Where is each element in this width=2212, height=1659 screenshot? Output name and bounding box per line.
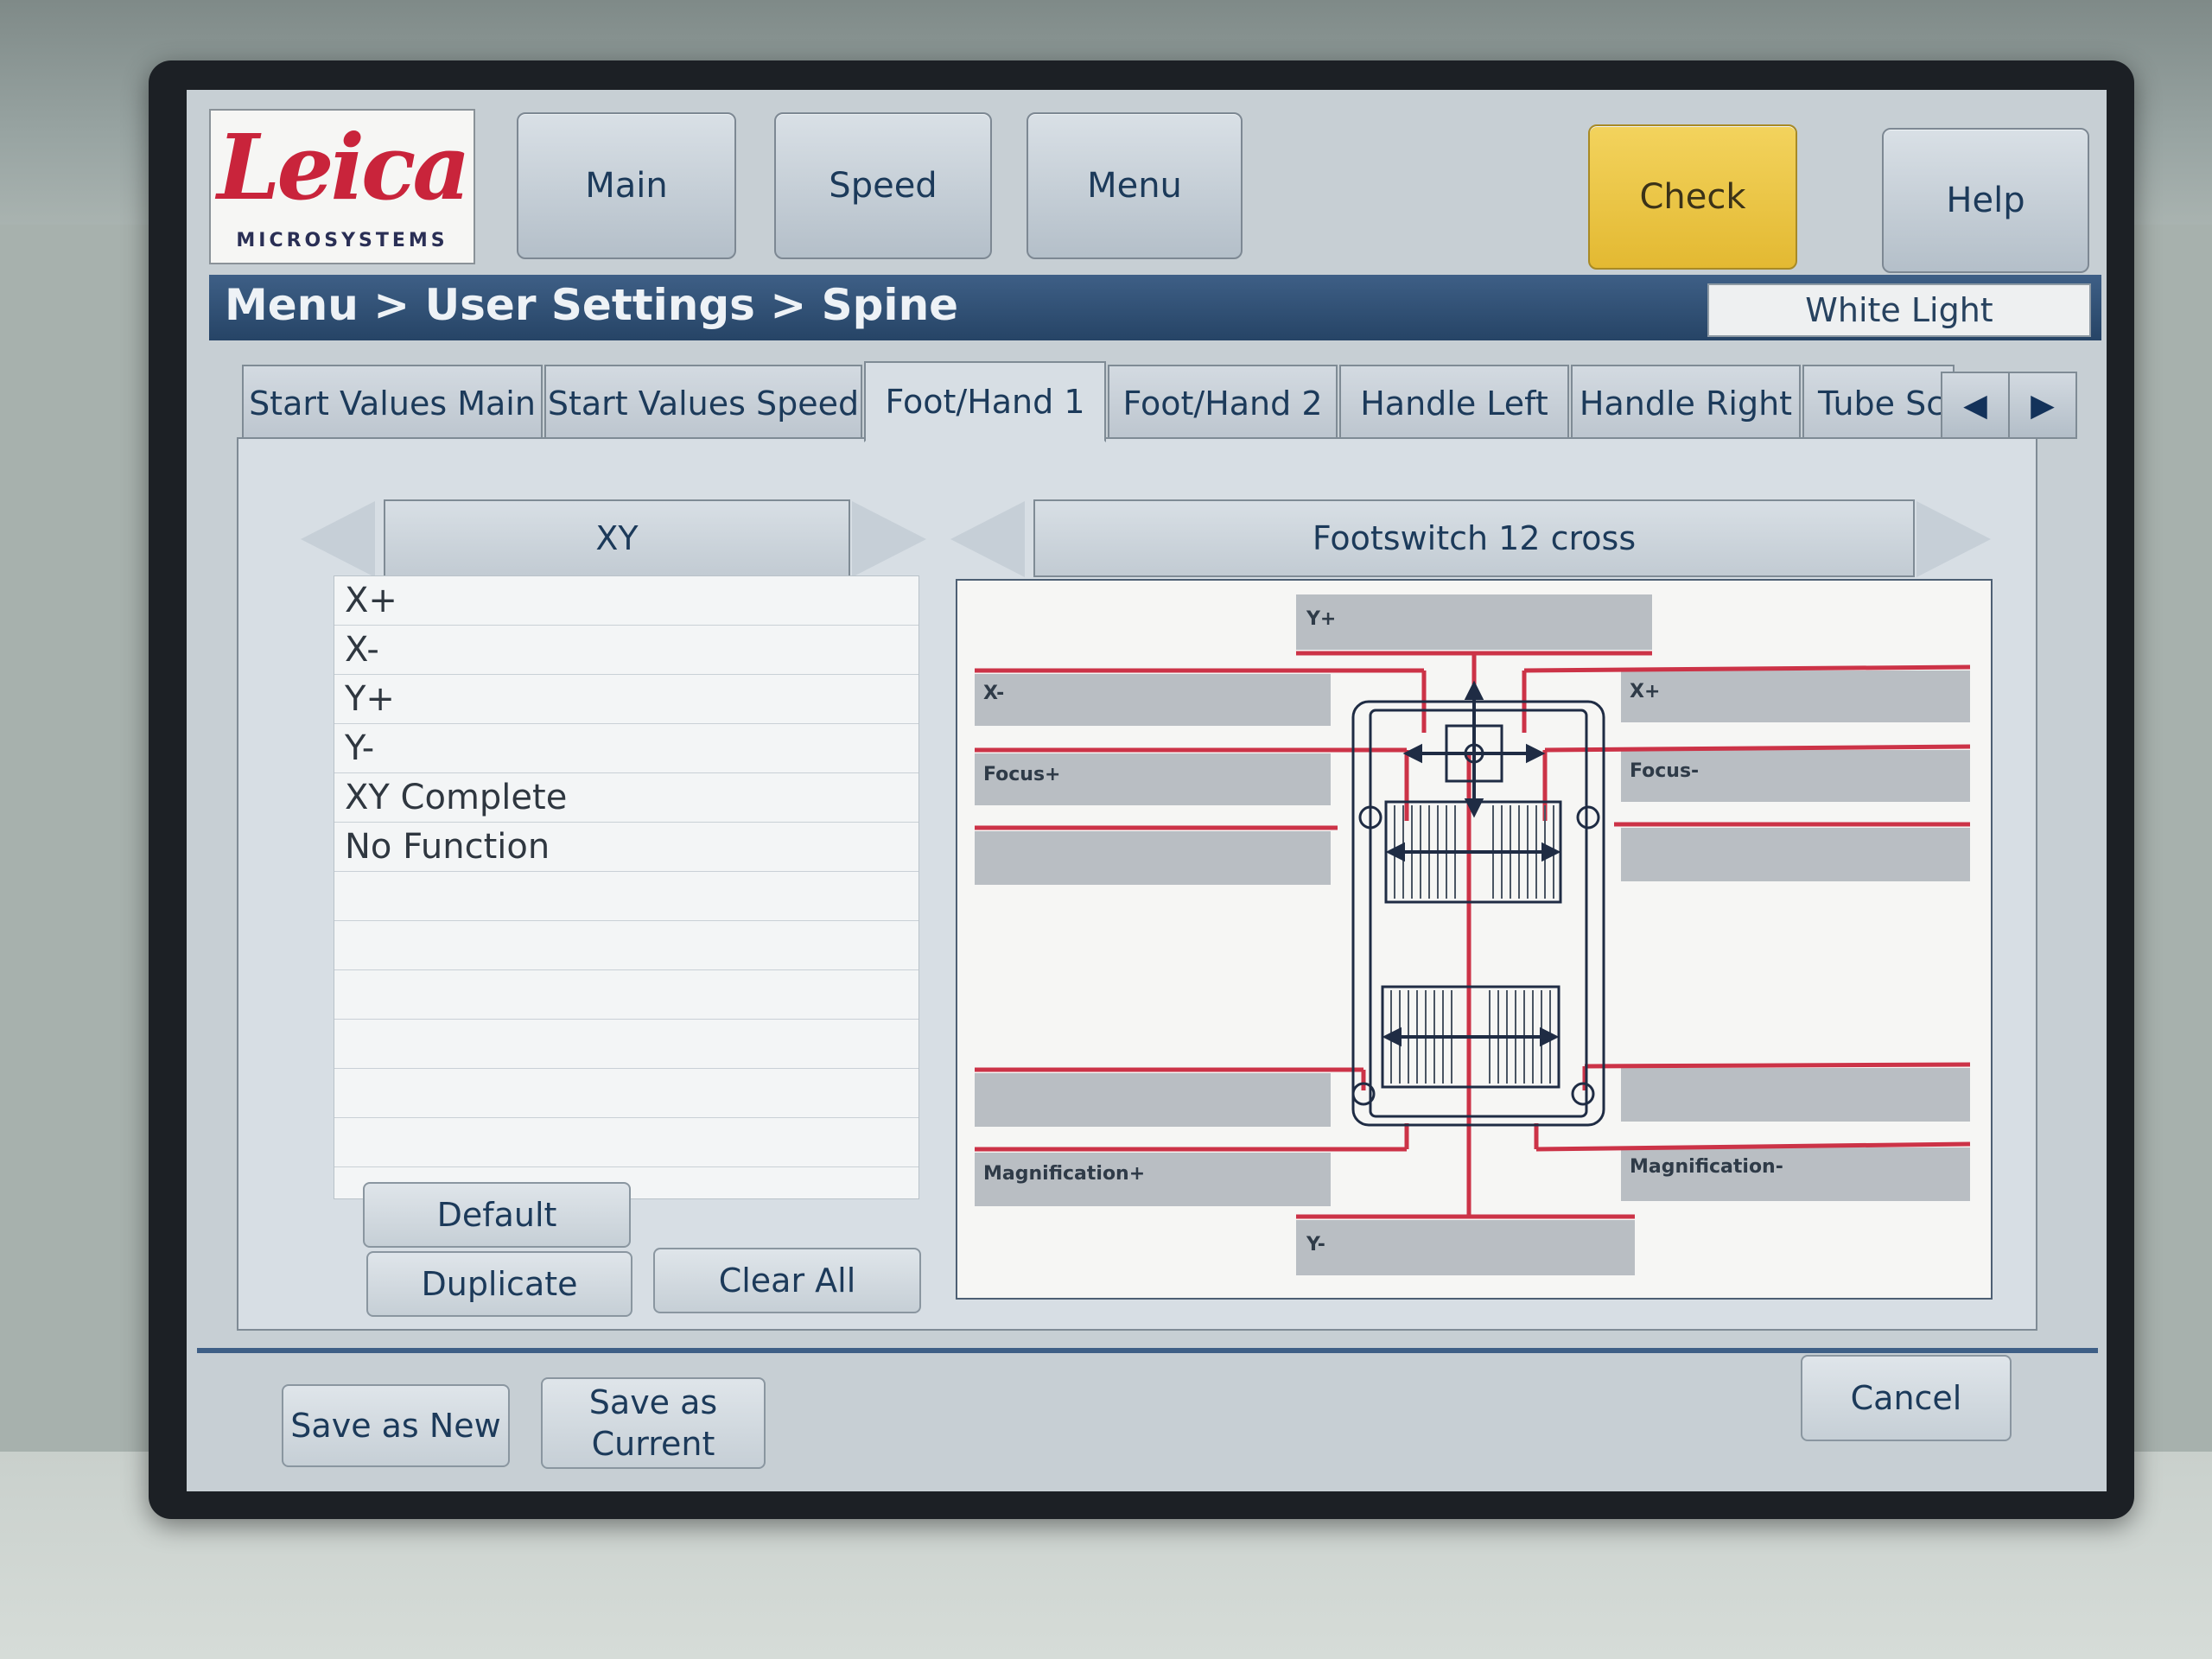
clear-all-button[interactable]: Clear All xyxy=(653,1248,921,1313)
list-item-y-minus[interactable]: Y- xyxy=(334,724,918,773)
function-list: X+ X- Y+ Y- XY Complete No Function xyxy=(334,575,919,1199)
save-as-current-line-2: Current xyxy=(591,1425,715,1463)
cancel-button[interactable]: Cancel xyxy=(1801,1355,2012,1441)
check-button[interactable]: Check xyxy=(1588,124,1797,270)
touch-screen: Leica MICROSYSTEMS Main Speed Menu Check… xyxy=(187,90,2107,1491)
slot-right-4-box xyxy=(1621,1068,1970,1122)
label-magnification-minus[interactable]: Magnification- xyxy=(1630,1156,1783,1178)
footer-separator xyxy=(197,1348,2098,1353)
list-item-x-plus[interactable]: X+ xyxy=(334,576,918,626)
footswitch-drawing xyxy=(975,594,1971,1275)
light-mode-indicator[interactable]: White Light xyxy=(1707,283,2091,337)
label-x-minus[interactable]: X- xyxy=(983,683,1004,704)
footswitch-diagram: Y+ X- X+ Focus+ Focus- Magnification+ Ma… xyxy=(956,579,1993,1300)
list-item-no-function[interactable]: No Function xyxy=(334,823,918,872)
footswitch-next-button[interactable] xyxy=(1916,499,1994,579)
save-as-current-line-1: Save as xyxy=(588,1383,718,1421)
list-item-xy-complete[interactable]: XY Complete xyxy=(334,773,918,823)
arrow-left-icon xyxy=(301,501,375,577)
label-y-plus[interactable]: Y+ xyxy=(1306,608,1336,630)
tab-foot-hand-1[interactable]: Foot/Hand 1 xyxy=(864,361,1106,442)
triangle-right-icon: ▶ xyxy=(2031,387,2055,423)
tab-start-values-main[interactable]: Start Values Main xyxy=(242,365,543,442)
duplicate-button[interactable]: Duplicate xyxy=(366,1251,632,1317)
label-y-minus[interactable]: Y- xyxy=(1306,1234,1325,1255)
slot-right-3-box xyxy=(1621,828,1970,881)
function-group-next-button[interactable] xyxy=(852,499,930,579)
list-item-x-minus[interactable]: X- xyxy=(334,626,918,675)
tab-foot-hand-2[interactable]: Foot/Hand 2 xyxy=(1108,365,1338,442)
breadcrumb-bar: Menu > User Settings > Spine White Light xyxy=(209,275,2101,340)
tab-scroll-right-button[interactable]: ▶ xyxy=(2008,372,2077,439)
triangle-left-icon: ◀ xyxy=(1963,387,1987,423)
slot-left-3-box xyxy=(975,831,1331,885)
list-item[interactable] xyxy=(334,921,918,970)
function-group-select[interactable]: XY xyxy=(384,499,850,577)
save-as-current-button[interactable]: Save as Current xyxy=(541,1377,766,1469)
tab-handle-right[interactable]: Handle Right xyxy=(1571,365,1801,442)
arrow-right-icon xyxy=(852,501,926,577)
function-group-prev-button[interactable] xyxy=(301,499,378,579)
help-button[interactable]: Help xyxy=(1882,128,2089,273)
slot-y-minus-box xyxy=(1296,1220,1635,1275)
slot-x-minus-box xyxy=(975,674,1331,726)
arrow-left-icon xyxy=(950,501,1025,577)
tab-handle-left[interactable]: Handle Left xyxy=(1339,365,1569,442)
list-item[interactable] xyxy=(334,970,918,1020)
label-x-plus[interactable]: X+ xyxy=(1630,681,1660,702)
label-focus-minus[interactable]: Focus- xyxy=(1630,760,1699,782)
tab-scroll-left-button[interactable]: ◀ xyxy=(1941,372,2010,439)
list-item[interactable] xyxy=(334,1020,918,1069)
speed-button[interactable]: Speed xyxy=(774,112,992,259)
save-as-new-button[interactable]: Save as New xyxy=(282,1384,510,1467)
main-button[interactable]: Main xyxy=(517,112,736,259)
footswitch-prev-button[interactable] xyxy=(950,499,1028,579)
tab-start-values-speed[interactable]: Start Values Speed xyxy=(544,365,862,442)
list-item[interactable] xyxy=(334,872,918,921)
menu-button[interactable]: Menu xyxy=(1027,112,1243,259)
list-item-y-plus[interactable]: Y+ xyxy=(334,675,918,724)
default-button[interactable]: Default xyxy=(363,1182,631,1248)
logo-wordmark: Leica xyxy=(217,114,471,220)
logo-subtitle: MICROSYSTEMS xyxy=(236,230,448,251)
footswitch-select[interactable]: Footswitch 12 cross xyxy=(1033,499,1915,577)
breadcrumb: Menu > User Settings > Spine xyxy=(225,280,959,330)
slot-left-4-box xyxy=(975,1073,1331,1127)
slot-y-plus-box xyxy=(1296,594,1652,650)
tab-tube-settings[interactable]: Tube Sc xyxy=(1802,365,1955,442)
label-magnification-plus[interactable]: Magnification+ xyxy=(983,1163,1145,1185)
leica-logo: Leica MICROSYSTEMS xyxy=(209,109,475,264)
list-item[interactable] xyxy=(334,1069,918,1118)
list-item[interactable] xyxy=(334,1118,918,1167)
arrow-right-icon xyxy=(1916,501,1991,577)
slot-x-plus-box xyxy=(1621,671,1970,722)
label-focus-plus[interactable]: Focus+ xyxy=(983,764,1060,785)
